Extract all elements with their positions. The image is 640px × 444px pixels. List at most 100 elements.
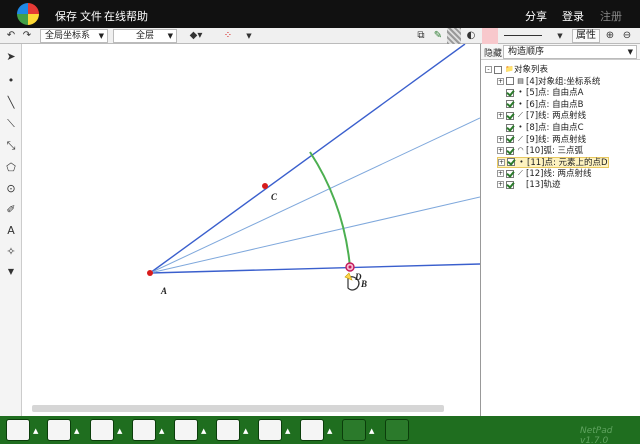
tag-icon[interactable]: ◆▾	[184, 28, 208, 44]
hide-label[interactable]: 隐藏	[484, 46, 502, 59]
drawing-canvas[interactable]: A C D B	[22, 43, 481, 416]
zoom-out-icon[interactable]: ⊖	[620, 28, 634, 44]
object-panel: 隐藏 构造顺序 ▼ - 📁对象列表 + ▤ [4]对象组:坐标系统 • [5]点: 自由点A…	[480, 44, 640, 416]
bottom-bar: ▲ ▲ ▲ ▲ ▲ ▲ ▲ ▲ ▲ NetPad v1.7.0	[0, 416, 640, 444]
visibility-checkbox[interactable]	[506, 100, 514, 109]
intersect-tool-icon[interactable]	[90, 419, 114, 441]
ray-ad[interactable]	[149, 263, 481, 274]
visibility-checkbox[interactable]	[494, 65, 502, 74]
triangle-tool-icon[interactable]	[132, 419, 156, 441]
tree-row[interactable]: • [8]点: 自由点C	[497, 122, 584, 133]
copy-icon[interactable]: ⧉	[414, 28, 428, 44]
visibility-checkbox[interactable]	[506, 77, 514, 86]
menu-save[interactable]: 保存	[55, 8, 77, 24]
tree-row[interactable]: • [5]点: 自由点A	[497, 87, 583, 98]
ray-ac[interactable]	[149, 43, 466, 274]
circle-point-tool-icon[interactable]	[174, 419, 198, 441]
bisector-ray-1[interactable]	[149, 117, 481, 274]
tree-row[interactable]: + ▤ [4]对象组:坐标系统	[497, 76, 600, 87]
polygon-tool-icon[interactable]: ⬠	[3, 159, 19, 175]
three-point-arc[interactable]	[309, 151, 351, 268]
point-a[interactable]	[147, 270, 153, 276]
visibility-checkbox[interactable]	[506, 146, 514, 155]
chevron-down-icon[interactable]: ▲	[369, 427, 374, 435]
tree-row-label: [9]线: 两点射线	[526, 134, 587, 145]
chevron-down-icon[interactable]: ▲	[285, 427, 290, 435]
ray-icon: ⟋	[518, 134, 523, 143]
tree-row[interactable]: + ⟋ [7]线: 两点射线	[497, 110, 586, 121]
segment-tool-icon[interactable]: ╲	[3, 94, 19, 110]
chevron-down-icon[interactable]: ▼	[3, 263, 19, 279]
tree-row[interactable]: + [13]轨迹	[497, 180, 560, 191]
chevron-down-icon[interactable]: ▲	[74, 427, 79, 435]
tree-expander-icon[interactable]: +	[497, 77, 504, 85]
text-tool-icon[interactable]: A	[3, 222, 19, 238]
angle-tool-icon[interactable]	[258, 419, 282, 441]
dots-tool-icon[interactable]	[216, 419, 240, 441]
ray-tool-icon[interactable]: ⤡	[3, 138, 19, 154]
properties-button[interactable]: 属性	[572, 29, 600, 43]
coord-system-select[interactable]: 全局坐标系 ▼	[40, 29, 108, 43]
trash-icon[interactable]	[385, 419, 409, 441]
line-style-select[interactable]	[502, 28, 552, 44]
transform-tool-icon[interactable]	[300, 419, 324, 441]
point-tool-icon[interactable]: •	[3, 72, 19, 88]
chevron-down-icon[interactable]: ▲	[33, 427, 38, 435]
tree-row[interactable]: + ◠ [10]弧: 三点弧	[497, 145, 583, 156]
tree-expander-icon[interactable]: +	[497, 135, 504, 143]
tree-expander-icon[interactable]: +	[497, 181, 504, 188]
zoom-in-icon[interactable]: ⊕	[603, 28, 617, 44]
visibility-checkbox[interactable]	[507, 158, 515, 167]
redo-icon[interactable]: ↷	[20, 28, 34, 44]
visibility-checkbox[interactable]	[506, 88, 514, 97]
tree-expander-icon[interactable]: +	[497, 147, 504, 155]
chevron-down-icon[interactable]: ▲	[327, 427, 332, 435]
color-swatch[interactable]	[482, 28, 498, 44]
circle-tool-icon[interactable]: ⊙	[3, 180, 19, 196]
register-link[interactable]: 注册	[600, 8, 622, 24]
visibility-checkbox[interactable]	[506, 123, 514, 132]
tree-expander-icon[interactable]: +	[498, 158, 505, 166]
horizontal-scrollbar[interactable]	[32, 405, 444, 412]
chevron-down-icon[interactable]: ▲	[117, 427, 122, 435]
geometry-svg: A C D B	[147, 43, 481, 296]
dots-icon[interactable]: ⁘	[216, 28, 240, 44]
tree-row-label: [13]轨迹	[526, 180, 561, 190]
line-tool-icon[interactable]: ⟍	[3, 116, 19, 132]
chevron-down-icon[interactable]: ▼	[243, 28, 255, 44]
tree-expander-icon[interactable]: +	[497, 112, 504, 120]
brush-icon[interactable]: ◐	[464, 28, 478, 44]
fill-icon[interactable]	[447, 28, 461, 44]
visibility-checkbox[interactable]	[506, 169, 514, 178]
tree-row[interactable]: + ⟋ [9]线: 两点射线	[497, 134, 586, 145]
chevron-down-icon[interactable]: ▲	[159, 427, 164, 435]
pen-icon[interactable]: ✎	[431, 28, 445, 44]
point-c[interactable]	[262, 183, 268, 189]
bisector-ray-2[interactable]	[149, 196, 481, 274]
tree-row[interactable]: - 📁对象列表	[485, 64, 548, 75]
measure-tool-icon[interactable]	[342, 419, 366, 441]
menu-file[interactable]: 文件	[80, 8, 102, 24]
tree-row[interactable]: • [6]点: 自由点B	[497, 99, 583, 110]
layer-select[interactable]: 全层 ▼	[113, 29, 177, 43]
visibility-checkbox[interactable]	[506, 135, 514, 144]
order-select[interactable]: 构造顺序 ▼	[503, 45, 637, 59]
chevron-down-icon[interactable]: ▼	[555, 28, 565, 44]
menu-online-help[interactable]: 在线帮助	[104, 8, 148, 24]
tree-expander-icon[interactable]: -	[485, 66, 492, 73]
tree-row[interactable]: + ⟋ [12]线: 两点射线	[497, 168, 592, 179]
point-on-object-tool-icon[interactable]	[6, 419, 30, 441]
tree-row[interactable]: + • [11]点: 元素上的点D	[497, 156, 609, 168]
visibility-checkbox[interactable]	[506, 180, 514, 189]
magic-wand-icon[interactable]: ✧	[3, 243, 19, 259]
undo-icon[interactable]: ↶	[4, 28, 18, 44]
login-link[interactable]: 登录	[562, 8, 584, 24]
select-tool-icon[interactable]: ➤	[3, 48, 19, 64]
share-link[interactable]: 分享	[525, 8, 547, 24]
segment-points-tool-icon[interactable]	[47, 419, 71, 441]
tree-expander-icon[interactable]: +	[497, 170, 504, 178]
chevron-down-icon[interactable]: ▲	[201, 427, 206, 435]
chevron-down-icon[interactable]: ▲	[243, 427, 248, 435]
pen-tool-icon[interactable]: ✐	[3, 201, 19, 217]
visibility-checkbox[interactable]	[506, 111, 514, 120]
